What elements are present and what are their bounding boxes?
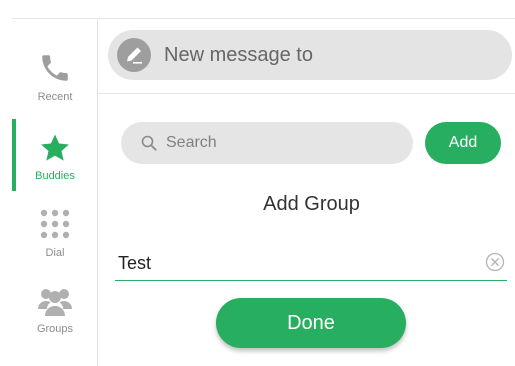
done-button[interactable]: Done — [216, 298, 406, 348]
group-name-value: Test — [118, 253, 152, 273]
sidebar: Recent Buddies Dial Groups — [12, 19, 98, 366]
dialpad-icon — [38, 207, 72, 246]
sidebar-item-label: Recent — [37, 91, 73, 103]
add-button[interactable]: Add — [425, 122, 501, 164]
search-placeholder: Search — [166, 134, 217, 151]
sidebar-item-label: Buddies — [35, 170, 75, 182]
dialog-title: Add Group — [263, 193, 360, 215]
phone-icon — [38, 51, 72, 90]
star-icon — [38, 131, 72, 170]
clear-icon[interactable] — [485, 252, 505, 272]
group-name-field[interactable]: Test — [115, 247, 507, 281]
sidebar-item-recent[interactable]: Recent — [12, 39, 98, 109]
main-panel: New message to Search Add Add Group Test… — [98, 19, 515, 366]
search-icon — [141, 135, 157, 151]
new-message-label: New message to — [164, 44, 313, 66]
pencil-icon — [117, 38, 151, 72]
sidebar-item-label: Dial — [45, 247, 65, 259]
groups-icon — [37, 285, 73, 322]
header-divider — [98, 93, 515, 94]
sidebar-item-dial[interactable]: Dial — [12, 199, 98, 269]
sidebar-item-groups[interactable]: Groups — [12, 279, 98, 349]
sidebar-item-buddies[interactable]: Buddies — [12, 121, 98, 191]
new-message-bar[interactable]: New message to — [108, 30, 512, 80]
search-input[interactable]: Search — [121, 122, 413, 164]
sidebar-item-label: Groups — [36, 323, 74, 335]
